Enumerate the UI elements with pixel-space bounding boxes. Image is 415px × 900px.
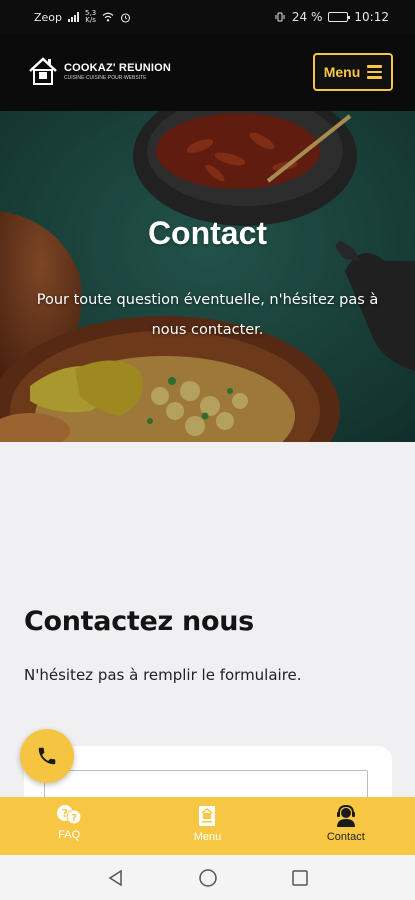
logo-name: COOKAZ' REUNION [64, 61, 172, 74]
menu-button[interactable]: Menu [313, 53, 393, 91]
svg-text:?: ? [71, 813, 77, 824]
home-button[interactable] [162, 868, 254, 888]
recents-square-icon [291, 869, 308, 886]
phone-icon [38, 747, 56, 765]
status-left: Zeop 5,3 K/s [34, 10, 131, 24]
battery-icon [328, 12, 351, 22]
logo-text: COOKAZ' REUNION CUISINE·CUISINE·POUR·WEB… [64, 62, 171, 81]
back-button[interactable] [70, 869, 162, 887]
signal-icon [68, 12, 80, 22]
question-bubbles-icon: ? ? [57, 805, 82, 825]
page-title: Contact [147, 215, 268, 251]
status-right: 24 % 10:12 [274, 10, 389, 24]
call-button[interactable] [20, 729, 74, 783]
hero-overlay [0, 111, 415, 442]
hero-banner: Contact Pour toute question éventuelle, … [0, 111, 415, 442]
battery-percent: 24 % [291, 10, 323, 24]
menu-button-label: Menu [323, 64, 361, 80]
hero-description: Pour toute question éventuelle, n'hésite… [36, 292, 379, 338]
status-bar: Zeop 5,3 K/s 24 % 10:12 [0, 0, 415, 34]
back-triangle-icon [108, 869, 122, 886]
logo[interactable]: COOKAZ' REUNION CUISINE·CUISINE·POUR·WEB… [28, 56, 171, 86]
system-nav-bar [0, 855, 415, 900]
nav-label-contact: Contact [326, 831, 365, 843]
nav-item-faq[interactable]: ? ? FAQ [0, 797, 138, 855]
nav-label-faq: FAQ [58, 829, 81, 841]
logo-tagline: CUISINE·CUISINE·POUR·WEBSITE [64, 74, 147, 81]
support-agent-icon [336, 804, 355, 827]
clock: 10:12 [354, 10, 389, 24]
hamburger-icon [367, 65, 383, 79]
section-subtitle: N'hésitez pas à remplir le formulaire. [24, 666, 302, 684]
network-speed-unit: K/s [85, 16, 96, 24]
site-header: COOKAZ' REUNION CUISINE·CUISINE·POUR·WEB… [0, 34, 415, 111]
menu-card-icon [199, 806, 216, 826]
alarm-icon [121, 12, 131, 23]
home-circle-icon [198, 868, 217, 887]
section-title: Contactez nous [24, 606, 254, 637]
recents-button[interactable] [254, 869, 346, 887]
carrier-name: Zeop [34, 10, 63, 24]
network-speed: 5,3 K/s [85, 10, 96, 24]
nav-label-menu: Menu [193, 831, 222, 843]
wifi-icon [102, 12, 114, 22]
vibrate-icon [275, 12, 285, 22]
nav-item-contact[interactable]: Contact [277, 797, 415, 855]
bottom-nav: ? ? FAQ Menu Contact [0, 797, 415, 855]
nav-item-menu[interactable]: Menu [138, 797, 276, 855]
house-logo-icon [29, 57, 57, 85]
